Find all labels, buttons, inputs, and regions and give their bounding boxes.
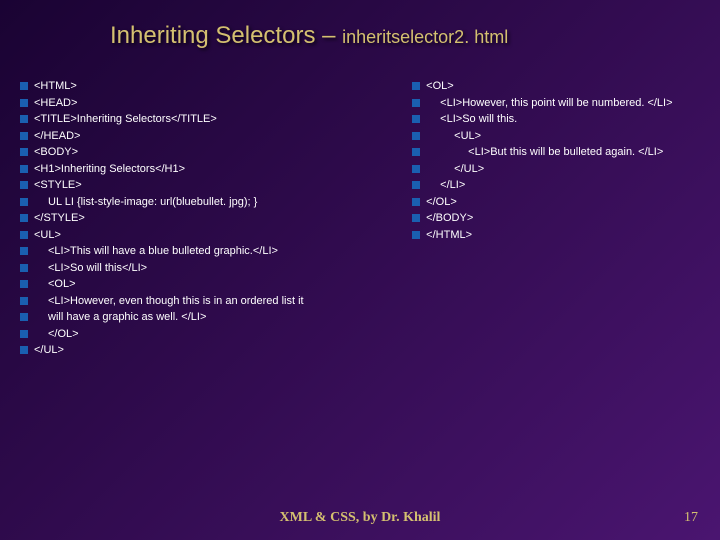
- bullet-icon: [412, 99, 420, 107]
- bullet-icon: [412, 132, 420, 140]
- code-text: </STYLE>: [34, 210, 85, 227]
- code-line: </UL>: [412, 161, 700, 178]
- code-text: </UL>: [34, 342, 64, 359]
- code-text: <H1>Inheriting Selectors</H1>: [34, 161, 185, 178]
- code-line: <BODY>: [20, 144, 394, 161]
- title-main: Inheriting Selectors –: [110, 22, 342, 49]
- bullet-icon: [412, 231, 420, 239]
- bullet-icon: [20, 346, 28, 354]
- code-line: <HEAD>: [20, 95, 394, 112]
- code-line: UL LI {list-style-image: url(bluebullet.…: [20, 194, 394, 211]
- code-text: <LI>However, even though this is in an o…: [34, 293, 304, 310]
- title-sub: inheritselector2. html: [342, 27, 508, 47]
- code-text: <STYLE>: [34, 177, 82, 194]
- bullet-icon: [20, 99, 28, 107]
- code-text: </BODY>: [426, 210, 473, 227]
- bullet-icon: [20, 82, 28, 90]
- code-line: will have a graphic as well. </LI>: [20, 309, 394, 326]
- bullet-icon: [20, 280, 28, 288]
- bullet-icon: [412, 148, 420, 156]
- code-line: <STYLE>: [20, 177, 394, 194]
- code-text: <OL>: [34, 276, 76, 293]
- bullet-icon: [20, 132, 28, 140]
- bullet-icon: [20, 264, 28, 272]
- code-line: </BODY>: [412, 210, 700, 227]
- code-line: <UL>: [412, 128, 700, 145]
- code-column-left: <HTML><HEAD><TITLE>Inheriting Selectors<…: [20, 78, 394, 359]
- bullet-icon: [412, 82, 420, 90]
- bullet-icon: [20, 297, 28, 305]
- code-text: <LI>So will this.: [426, 111, 517, 128]
- code-line: </HTML>: [412, 227, 700, 244]
- code-text: </OL>: [34, 326, 79, 343]
- code-text: <LI>This will have a blue bulleted graph…: [34, 243, 278, 260]
- code-text: will have a graphic as well. </LI>: [34, 309, 206, 326]
- code-text: <UL>: [34, 227, 61, 244]
- code-text: <LI>But this will be bulleted again. </L…: [426, 144, 663, 161]
- bullet-icon: [412, 214, 420, 222]
- bullet-icon: [412, 198, 420, 206]
- code-line: <LI>So will this</LI>: [20, 260, 394, 277]
- code-line: </OL>: [20, 326, 394, 343]
- bullet-icon: [412, 115, 420, 123]
- code-line: <OL>: [20, 276, 394, 293]
- bullet-icon: [20, 231, 28, 239]
- code-text: </OL>: [426, 194, 457, 211]
- code-text: <HTML>: [34, 78, 77, 95]
- bullet-icon: [20, 247, 28, 255]
- code-line: </LI>: [412, 177, 700, 194]
- bullet-icon: [20, 214, 28, 222]
- code-line: </UL>: [20, 342, 394, 359]
- code-line: </HEAD>: [20, 128, 394, 145]
- code-line: <LI>But this will be bulleted again. </L…: [412, 144, 700, 161]
- code-line: <LI>However, this point will be numbered…: [412, 95, 700, 112]
- code-line: <LI>This will have a blue bulleted graph…: [20, 243, 394, 260]
- footer-text: XML & CSS, by Dr. Khalil: [0, 510, 720, 526]
- code-text: </HEAD>: [34, 128, 80, 145]
- bullet-icon: [20, 313, 28, 321]
- code-line: <LI>So will this.: [412, 111, 700, 128]
- bullet-icon: [20, 165, 28, 173]
- code-text: </UL>: [426, 161, 484, 178]
- code-text: <TITLE>Inheriting Selectors</TITLE>: [34, 111, 217, 128]
- code-text: <LI>However, this point will be numbered…: [426, 95, 672, 112]
- page-number: 17: [684, 510, 698, 526]
- code-line: </STYLE>: [20, 210, 394, 227]
- code-text: <LI>So will this</LI>: [34, 260, 147, 277]
- code-line: <OL>: [412, 78, 700, 95]
- code-column-right: <OL><LI>However, this point will be numb…: [404, 78, 700, 359]
- bullet-icon: [412, 181, 420, 189]
- code-text: UL LI {list-style-image: url(bluebullet.…: [34, 194, 257, 211]
- slide-content: <HTML><HEAD><TITLE>Inheriting Selectors<…: [0, 50, 720, 359]
- code-text: <OL>: [426, 78, 454, 95]
- code-line: </OL>: [412, 194, 700, 211]
- code-text: <HEAD>: [34, 95, 77, 112]
- code-line: <LI>However, even though this is in an o…: [20, 293, 394, 310]
- code-line: <H1>Inheriting Selectors</H1>: [20, 161, 394, 178]
- slide-title: Inheriting Selectors – inheritselector2.…: [0, 0, 720, 50]
- code-text: </LI>: [426, 177, 465, 194]
- code-line: <TITLE>Inheriting Selectors</TITLE>: [20, 111, 394, 128]
- bullet-icon: [20, 198, 28, 206]
- bullet-icon: [20, 148, 28, 156]
- code-text: <BODY>: [34, 144, 78, 161]
- bullet-icon: [20, 115, 28, 123]
- bullet-icon: [412, 165, 420, 173]
- code-line: <UL>: [20, 227, 394, 244]
- code-text: <UL>: [426, 128, 481, 145]
- code-text: </HTML>: [426, 227, 472, 244]
- bullet-icon: [20, 330, 28, 338]
- bullet-icon: [20, 181, 28, 189]
- code-line: <HTML>: [20, 78, 394, 95]
